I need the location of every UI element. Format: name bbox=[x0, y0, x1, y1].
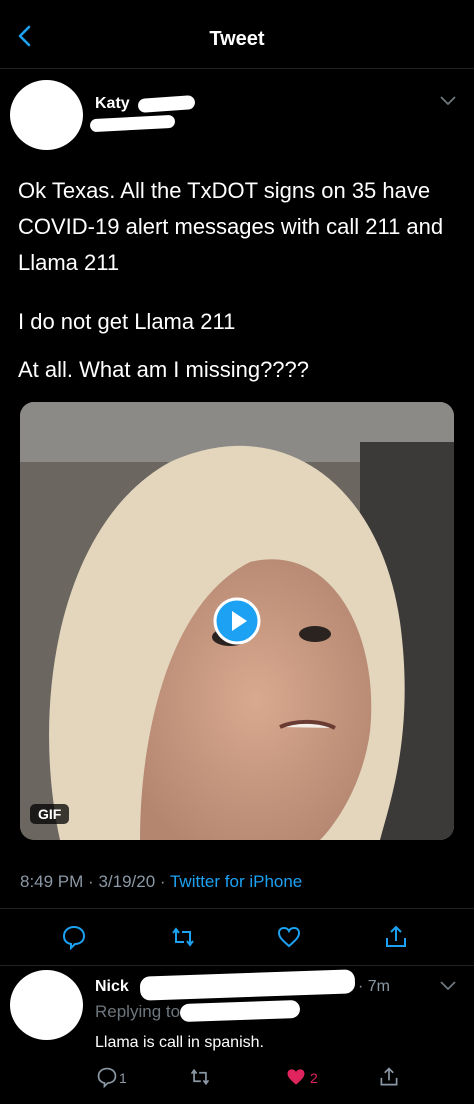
play-icon[interactable] bbox=[213, 597, 261, 645]
share-icon[interactable] bbox=[378, 1066, 400, 1088]
replying-to-label: Replying to bbox=[95, 1002, 181, 1021]
reply-count: 1 bbox=[119, 1070, 127, 1086]
like-icon[interactable] bbox=[276, 924, 302, 950]
reply-author-name[interactable]: Nick bbox=[95, 978, 129, 996]
tweet-source-link[interactable]: Twitter for iPhone bbox=[170, 872, 302, 891]
meta-separator: · bbox=[159, 872, 170, 891]
tweet-metadata: 8:49 PM · 3/19/20 · Twitter for iPhone bbox=[20, 872, 302, 892]
tweet-date: 3/19/20 bbox=[98, 872, 156, 891]
reply-icon[interactable] bbox=[61, 924, 87, 950]
meta-separator: · bbox=[88, 872, 99, 891]
avatar[interactable] bbox=[10, 970, 83, 1040]
reply-icon[interactable] bbox=[96, 1066, 118, 1088]
tweet-text-paragraph: Ok Texas. All the TxDOT signs on 35 have… bbox=[18, 178, 444, 275]
chevron-down-icon[interactable] bbox=[438, 980, 458, 992]
tweet-text-paragraph: At all. What am I missing???? bbox=[18, 357, 310, 382]
chevron-down-icon[interactable] bbox=[438, 95, 458, 107]
like-count: 2 bbox=[310, 1070, 318, 1086]
author-name[interactable]: Katy bbox=[95, 95, 130, 113]
redaction-mark bbox=[179, 999, 301, 1023]
reply-text: Llama is call in spanish. bbox=[95, 1034, 264, 1051]
retweet-icon[interactable] bbox=[189, 1066, 211, 1088]
page-title: Tweet bbox=[209, 28, 265, 50]
gif-badge: GIF bbox=[30, 804, 70, 824]
divider bbox=[0, 908, 474, 909]
reply-time: · 7m bbox=[358, 978, 391, 995]
retweet-icon[interactable] bbox=[170, 924, 196, 950]
redaction-mark bbox=[139, 969, 356, 1001]
share-icon[interactable] bbox=[383, 924, 409, 950]
redaction-mark bbox=[137, 95, 196, 113]
tweet-text-paragraph: I do not get Llama 211 bbox=[18, 309, 236, 334]
avatar[interactable] bbox=[10, 80, 83, 150]
like-icon[interactable] bbox=[285, 1066, 307, 1088]
redaction-mark bbox=[89, 114, 176, 133]
tweet-time: 8:49 PM bbox=[20, 872, 84, 891]
divider bbox=[0, 965, 474, 966]
